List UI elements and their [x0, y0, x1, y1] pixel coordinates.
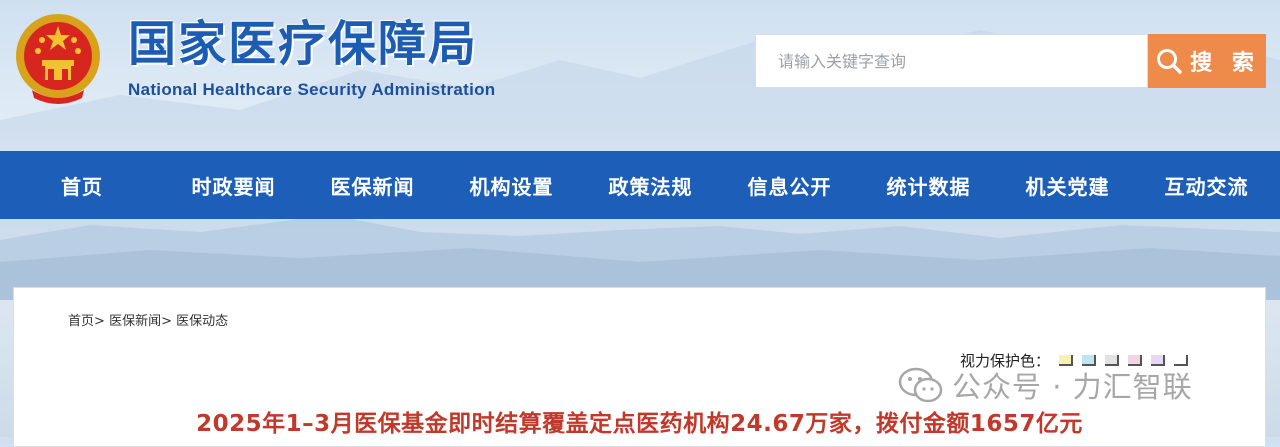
main-navigation: 首页 时政要闻 医保新闻 机构设置 政策法规 信息公开 统计数据 机关党建 互动… [0, 151, 1280, 219]
nav-item-current-affairs[interactable]: 时政要闻 [164, 151, 303, 219]
watermark-text: 公众号 · 力汇智联 [952, 370, 1193, 404]
wechat-icon [898, 367, 943, 403]
site-title-chinese: 国家医疗保障局 [128, 16, 479, 72]
search-icon [1157, 49, 1182, 74]
breadcrumb-home[interactable]: 首页 [68, 314, 94, 329]
search-input[interactable] [756, 35, 1147, 87]
nav-item-policies[interactable]: 政策法规 [581, 151, 720, 219]
nav-item-statistics[interactable]: 统计数据 [859, 151, 998, 219]
nav-item-information-disclosure[interactable]: 信息公开 [720, 151, 859, 219]
site-title-english: National Healthcare Security Administrat… [128, 80, 496, 99]
nav-item-interaction[interactable]: 互动交流 [1137, 151, 1276, 219]
article-title: 2025年1–3月医保基金即时结算覆盖定点医药机构24.67万家，拨付金额165… [196, 411, 1083, 437]
national-emblem-logo [16, 14, 100, 104]
nav-item-home[interactable]: 首页 [0, 151, 164, 219]
nav-item-organization[interactable]: 机构设置 [442, 151, 581, 219]
search-button[interactable]: 搜 索 [1148, 34, 1266, 88]
search-button-label: 搜 索 [1190, 51, 1260, 76]
breadcrumb-separator: > [94, 314, 105, 329]
nav-item-healthcare-news[interactable]: 医保新闻 [303, 151, 442, 219]
wechat-watermark: 公众号 · 力汇智联 [898, 364, 1193, 406]
breadcrumb: 首页> 医保新闻> 医保动态 [68, 310, 228, 329]
nav-item-party-building[interactable]: 机关党建 [998, 151, 1137, 219]
breadcrumb-healthcare-news[interactable]: 医保新闻 [109, 314, 161, 329]
article-panel: 首页> 医保新闻> 医保动态 视力保护色： 公众号 · 力汇智联 2025年1–… [13, 287, 1266, 447]
breadcrumb-healthcare-updates[interactable]: 医保动态 [176, 314, 228, 329]
breadcrumb-separator: > [161, 314, 172, 329]
search-box [755, 34, 1148, 88]
